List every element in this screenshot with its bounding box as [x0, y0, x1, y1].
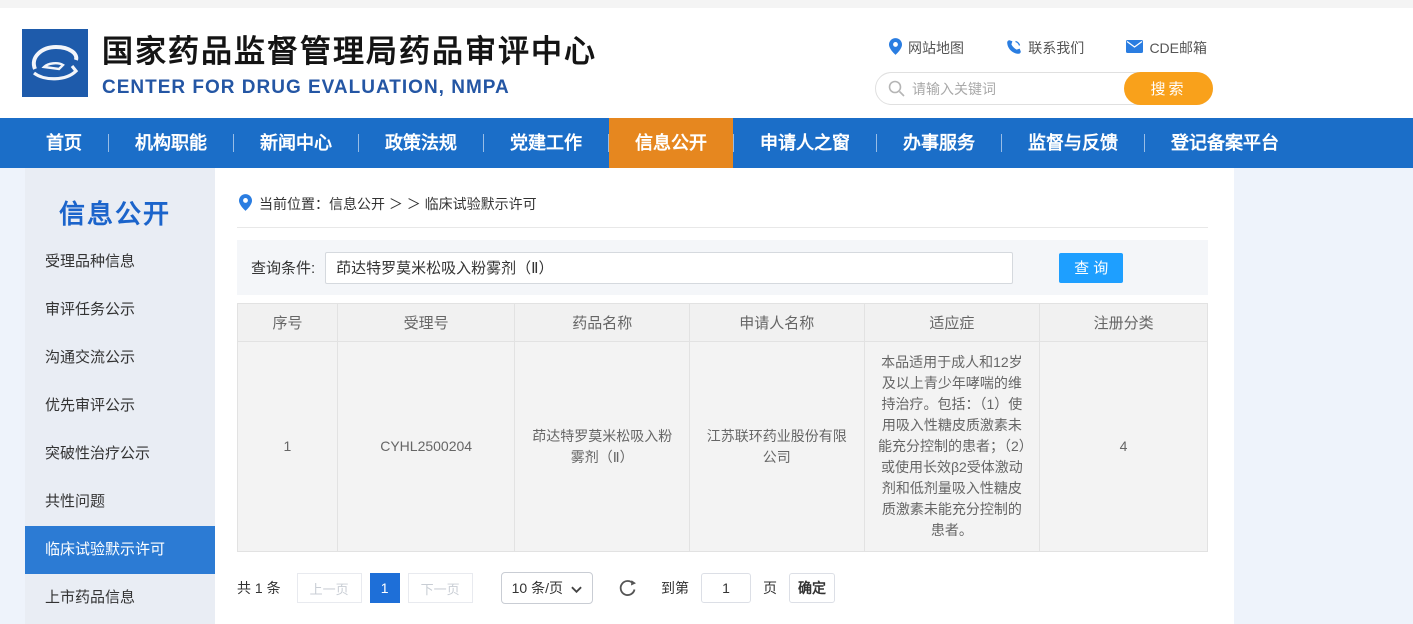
- col-header-drug-name: 药品名称: [515, 304, 690, 342]
- cell-reg-class: 4: [1040, 342, 1208, 552]
- col-header-indication: 适应症: [864, 304, 1040, 342]
- content-area: 信息公开 受理品种信息 审评任务公示 沟通交流公示 优先审评公示 突破性治疗公示…: [0, 168, 1413, 624]
- next-page-button[interactable]: 下一页: [408, 573, 473, 603]
- envelope-icon: [1126, 40, 1143, 56]
- cell-acceptance-no: CYHL2500204: [337, 342, 515, 552]
- quick-link-label: 联系我们: [1028, 38, 1084, 58]
- sidebar-item-communication[interactable]: 沟通交流公示: [25, 334, 215, 382]
- page-size-select[interactable]: 10 条/页: [501, 572, 593, 604]
- sidebar-title: 信息公开: [25, 194, 215, 238]
- location-pin-icon: [239, 194, 252, 214]
- nav-item-news-center[interactable]: 新闻中心: [234, 118, 358, 168]
- table-header-row: 序号 受理号 药品名称 申请人名称 适应症 注册分类: [238, 304, 1208, 342]
- query-input[interactable]: [325, 252, 1013, 284]
- nav-item-supervision-feedback[interactable]: 监督与反馈: [1002, 118, 1144, 168]
- site-title-cn: 国家药品监督管理局药品审评中心: [102, 26, 597, 71]
- col-header-applicant: 申请人名称: [690, 304, 865, 342]
- cell-seq: 1: [238, 342, 338, 552]
- nav-item-policies[interactable]: 政策法规: [359, 118, 483, 168]
- site-search-button[interactable]: 搜索: [1124, 72, 1213, 105]
- sidebar-item-review-tasks[interactable]: 审评任务公示: [25, 286, 215, 334]
- breadcrumb-text: 当前位置：信息公开 ＞ ＞ 临床试验默示许可: [259, 194, 537, 214]
- quick-link-contact[interactable]: 联系我们: [1006, 38, 1084, 58]
- pagination: 共 1 条 上一页 1 下一页 10 条/页 到第 页 确定: [237, 572, 1208, 604]
- prev-page-button[interactable]: 上一页: [297, 573, 362, 603]
- quick-links: 网站地图 联系我们 CDE邮箱: [875, 38, 1213, 58]
- total-count: 共 1 条: [237, 578, 281, 598]
- breadcrumb: 当前位置：信息公开 ＞ ＞ 临床试验默示许可: [237, 168, 1208, 228]
- nav-item-org-functions[interactable]: 机构职能: [109, 118, 233, 168]
- quick-link-label: 网站地图: [908, 38, 964, 58]
- brand: 国家药品监督管理局药品审评中心 CENTER FOR DRUG EVALUATI…: [22, 26, 597, 99]
- site-title-en: CENTER FOR DRUG EVALUATION, NMPA: [102, 77, 597, 99]
- location-pin-icon: [889, 38, 902, 58]
- cell-applicant: 江苏联环药业股份有限公司: [690, 342, 865, 552]
- chevron-down-icon: [571, 580, 582, 596]
- sidebar-item-priority-review[interactable]: 优先审评公示: [25, 382, 215, 430]
- header-right: 网站地图 联系我们 CDE邮箱 搜索: [875, 38, 1213, 105]
- nav-item-applicant-window[interactable]: 申请人之窗: [734, 118, 876, 168]
- quick-link-label: CDE邮箱: [1149, 38, 1207, 58]
- nav-item-party-building[interactable]: 党建工作: [484, 118, 608, 168]
- header-search: 搜索: [875, 72, 1213, 105]
- main-panel: 当前位置：信息公开 ＞ ＞ 临床试验默示许可 查询条件: 查 询 序号 受理号 …: [215, 168, 1234, 624]
- cde-logo[interactable]: [22, 29, 88, 97]
- phone-icon: [1006, 39, 1022, 58]
- goto-confirm-button[interactable]: 确定: [789, 573, 835, 603]
- sidebar: 信息公开 受理品种信息 审评任务公示 沟通交流公示 优先审评公示 突破性治疗公示…: [25, 168, 215, 624]
- col-header-seq: 序号: [238, 304, 338, 342]
- quick-link-mailbox[interactable]: CDE邮箱: [1126, 38, 1207, 58]
- query-bar: 查询条件: 查 询: [237, 240, 1208, 295]
- table-row: 1 CYHL2500204 茚达特罗莫米松吸入粉雾剂（Ⅱ） 江苏联环药业股份有限…: [238, 342, 1208, 552]
- sidebar-item-accepted-varieties[interactable]: 受理品种信息: [25, 238, 215, 286]
- sidebar-item-marketed-drug-info[interactable]: 上市药品信息: [25, 574, 215, 622]
- page-number-button[interactable]: 1: [370, 573, 400, 603]
- nav-item-services[interactable]: 办事服务: [877, 118, 1001, 168]
- quick-link-sitemap[interactable]: 网站地图: [889, 38, 964, 58]
- query-button[interactable]: 查 询: [1059, 253, 1123, 283]
- search-icon: [888, 80, 905, 102]
- cell-drug-name: 茚达特罗莫米松吸入粉雾剂（Ⅱ）: [515, 342, 690, 552]
- query-label: 查询条件:: [251, 257, 315, 278]
- col-header-reg-class: 注册分类: [1040, 304, 1208, 342]
- nav-item-home[interactable]: 首页: [20, 118, 108, 168]
- cell-indication: 本品适用于成人和12岁及以上青少年哮喘的维持治疗。包括：（1）使用吸入性糖皮质激…: [864, 342, 1040, 552]
- col-header-acceptance-no: 受理号: [337, 304, 515, 342]
- nav-item-registration-platform[interactable]: 登记备案平台: [1145, 118, 1305, 168]
- goto-page-input[interactable]: [701, 573, 751, 603]
- main-nav: 首页 机构职能 新闻中心 政策法规 党建工作 信息公开 申请人之窗 办事服务 监…: [0, 118, 1413, 168]
- goto-prefix-label: 到第: [661, 578, 689, 598]
- nav-item-info-disclosure[interactable]: 信息公开: [609, 118, 733, 168]
- top-strip: [0, 0, 1413, 8]
- refresh-icon[interactable]: [619, 579, 637, 597]
- sidebar-item-common-issues[interactable]: 共性问题: [25, 478, 215, 526]
- site-titles: 国家药品监督管理局药品审评中心 CENTER FOR DRUG EVALUATI…: [102, 26, 597, 99]
- results-table: 序号 受理号 药品名称 申请人名称 适应症 注册分类 1 CYHL2500204…: [237, 303, 1208, 552]
- sidebar-item-clinical-trial-implied-license[interactable]: 临床试验默示许可: [25, 526, 215, 574]
- goto-suffix-label: 页: [763, 578, 777, 598]
- sidebar-item-breakthrough-therapy[interactable]: 突破性治疗公示: [25, 430, 215, 478]
- page-size-label: 10 条/页: [512, 578, 563, 598]
- site-header: 国家药品监督管理局药品审评中心 CENTER FOR DRUG EVALUATI…: [0, 8, 1413, 118]
